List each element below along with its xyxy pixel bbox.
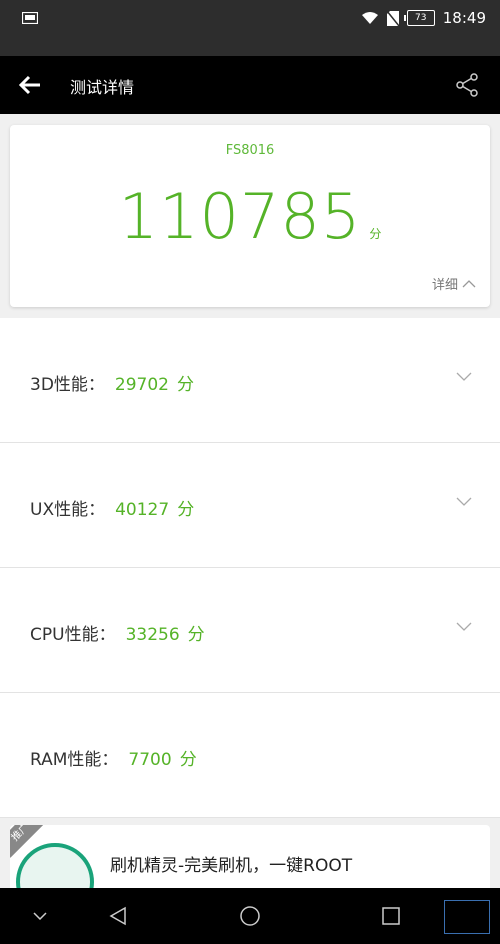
total-score-wrap: 110785 分 — [10, 180, 490, 253]
section-label: CPU性能： 33256 分 — [30, 620, 205, 645]
nav-hide-button[interactable] — [26, 902, 54, 930]
score-unit: 分 — [369, 227, 382, 241]
section-ram: RAM性能： 7700 分 — [0, 693, 500, 818]
section-value: 7700 — [128, 750, 172, 770]
arrow-left-icon — [19, 75, 40, 95]
section-ux[interactable]: UX性能： 40127 分 — [0, 443, 500, 568]
section-value: 33256 — [125, 625, 180, 645]
wifi-icon — [361, 12, 378, 24]
triangle-back-icon — [109, 906, 126, 926]
gallery-notification-icon — [22, 12, 38, 24]
section-value: 29702 — [114, 375, 169, 395]
title-bar: 测试详情 — [0, 56, 500, 114]
section-name: UX性能： — [30, 500, 106, 520]
score-card: FS8016 110785 分 详细 — [10, 125, 490, 307]
section-unit: 分 — [187, 625, 205, 645]
details-toggle[interactable]: 详细 — [432, 274, 476, 293]
promo-title: 刷机精灵-完美刷机，一键ROOT — [110, 856, 353, 876]
clock: 18:49 — [442, 9, 486, 27]
section-cpu[interactable]: CPU性能： 33256 分 — [0, 568, 500, 693]
section-label: RAM性能： 7700 分 — [30, 745, 197, 770]
watermark-logo-icon — [444, 900, 490, 934]
section-unit: 分 — [179, 750, 197, 770]
chevron-down-icon[interactable] — [456, 372, 472, 382]
device-name: FS8016 — [225, 143, 275, 158]
status-icons: 73 18:49 — [361, 8, 486, 28]
details-label: 详细 — [431, 278, 458, 293]
section-label: UX性能： 40127 分 — [30, 495, 194, 520]
page-title: 测试详情 — [70, 78, 135, 97]
share-icon — [456, 73, 478, 97]
nav-recents-button[interactable] — [377, 902, 405, 930]
battery-icon: 73 — [403, 10, 435, 26]
chevron-up-icon — [462, 279, 476, 287]
section-unit: 分 — [177, 375, 194, 395]
section-name: CPU性能： — [30, 625, 116, 645]
square-recents-icon — [382, 907, 400, 925]
section-value: 40127 — [115, 500, 170, 520]
nav-back-button[interactable] — [104, 902, 132, 930]
back-button[interactable] — [14, 70, 46, 100]
no-sim-icon — [386, 10, 399, 26]
chevron-down-icon[interactable] — [456, 622, 472, 632]
share-button[interactable] — [452, 70, 482, 100]
circle-home-icon — [240, 906, 260, 926]
nav-home-button[interactable] — [236, 902, 264, 930]
section-unit: 分 — [177, 500, 195, 520]
chevron-down-icon[interactable] — [456, 497, 472, 507]
section-name: RAM性能： — [30, 750, 119, 770]
section-3d[interactable]: 3D性能： 29702 分 — [0, 318, 500, 443]
status-bar: 73 18:49 — [0, 0, 500, 56]
navigation-bar — [0, 888, 500, 944]
promo-card[interactable]: 推广 刷机精灵-完美刷机，一键ROOT — [10, 825, 490, 895]
chevron-down-icon — [33, 912, 47, 920]
section-label: 3D性能： 29702 分 — [30, 370, 194, 395]
score-sections: 3D性能： 29702 分 UX性能： 40127 分 CPU性能： 33256 分 RAM… — [0, 318, 500, 818]
section-name: 3D性能： — [30, 375, 105, 395]
total-score: 110785 — [118, 180, 362, 253]
